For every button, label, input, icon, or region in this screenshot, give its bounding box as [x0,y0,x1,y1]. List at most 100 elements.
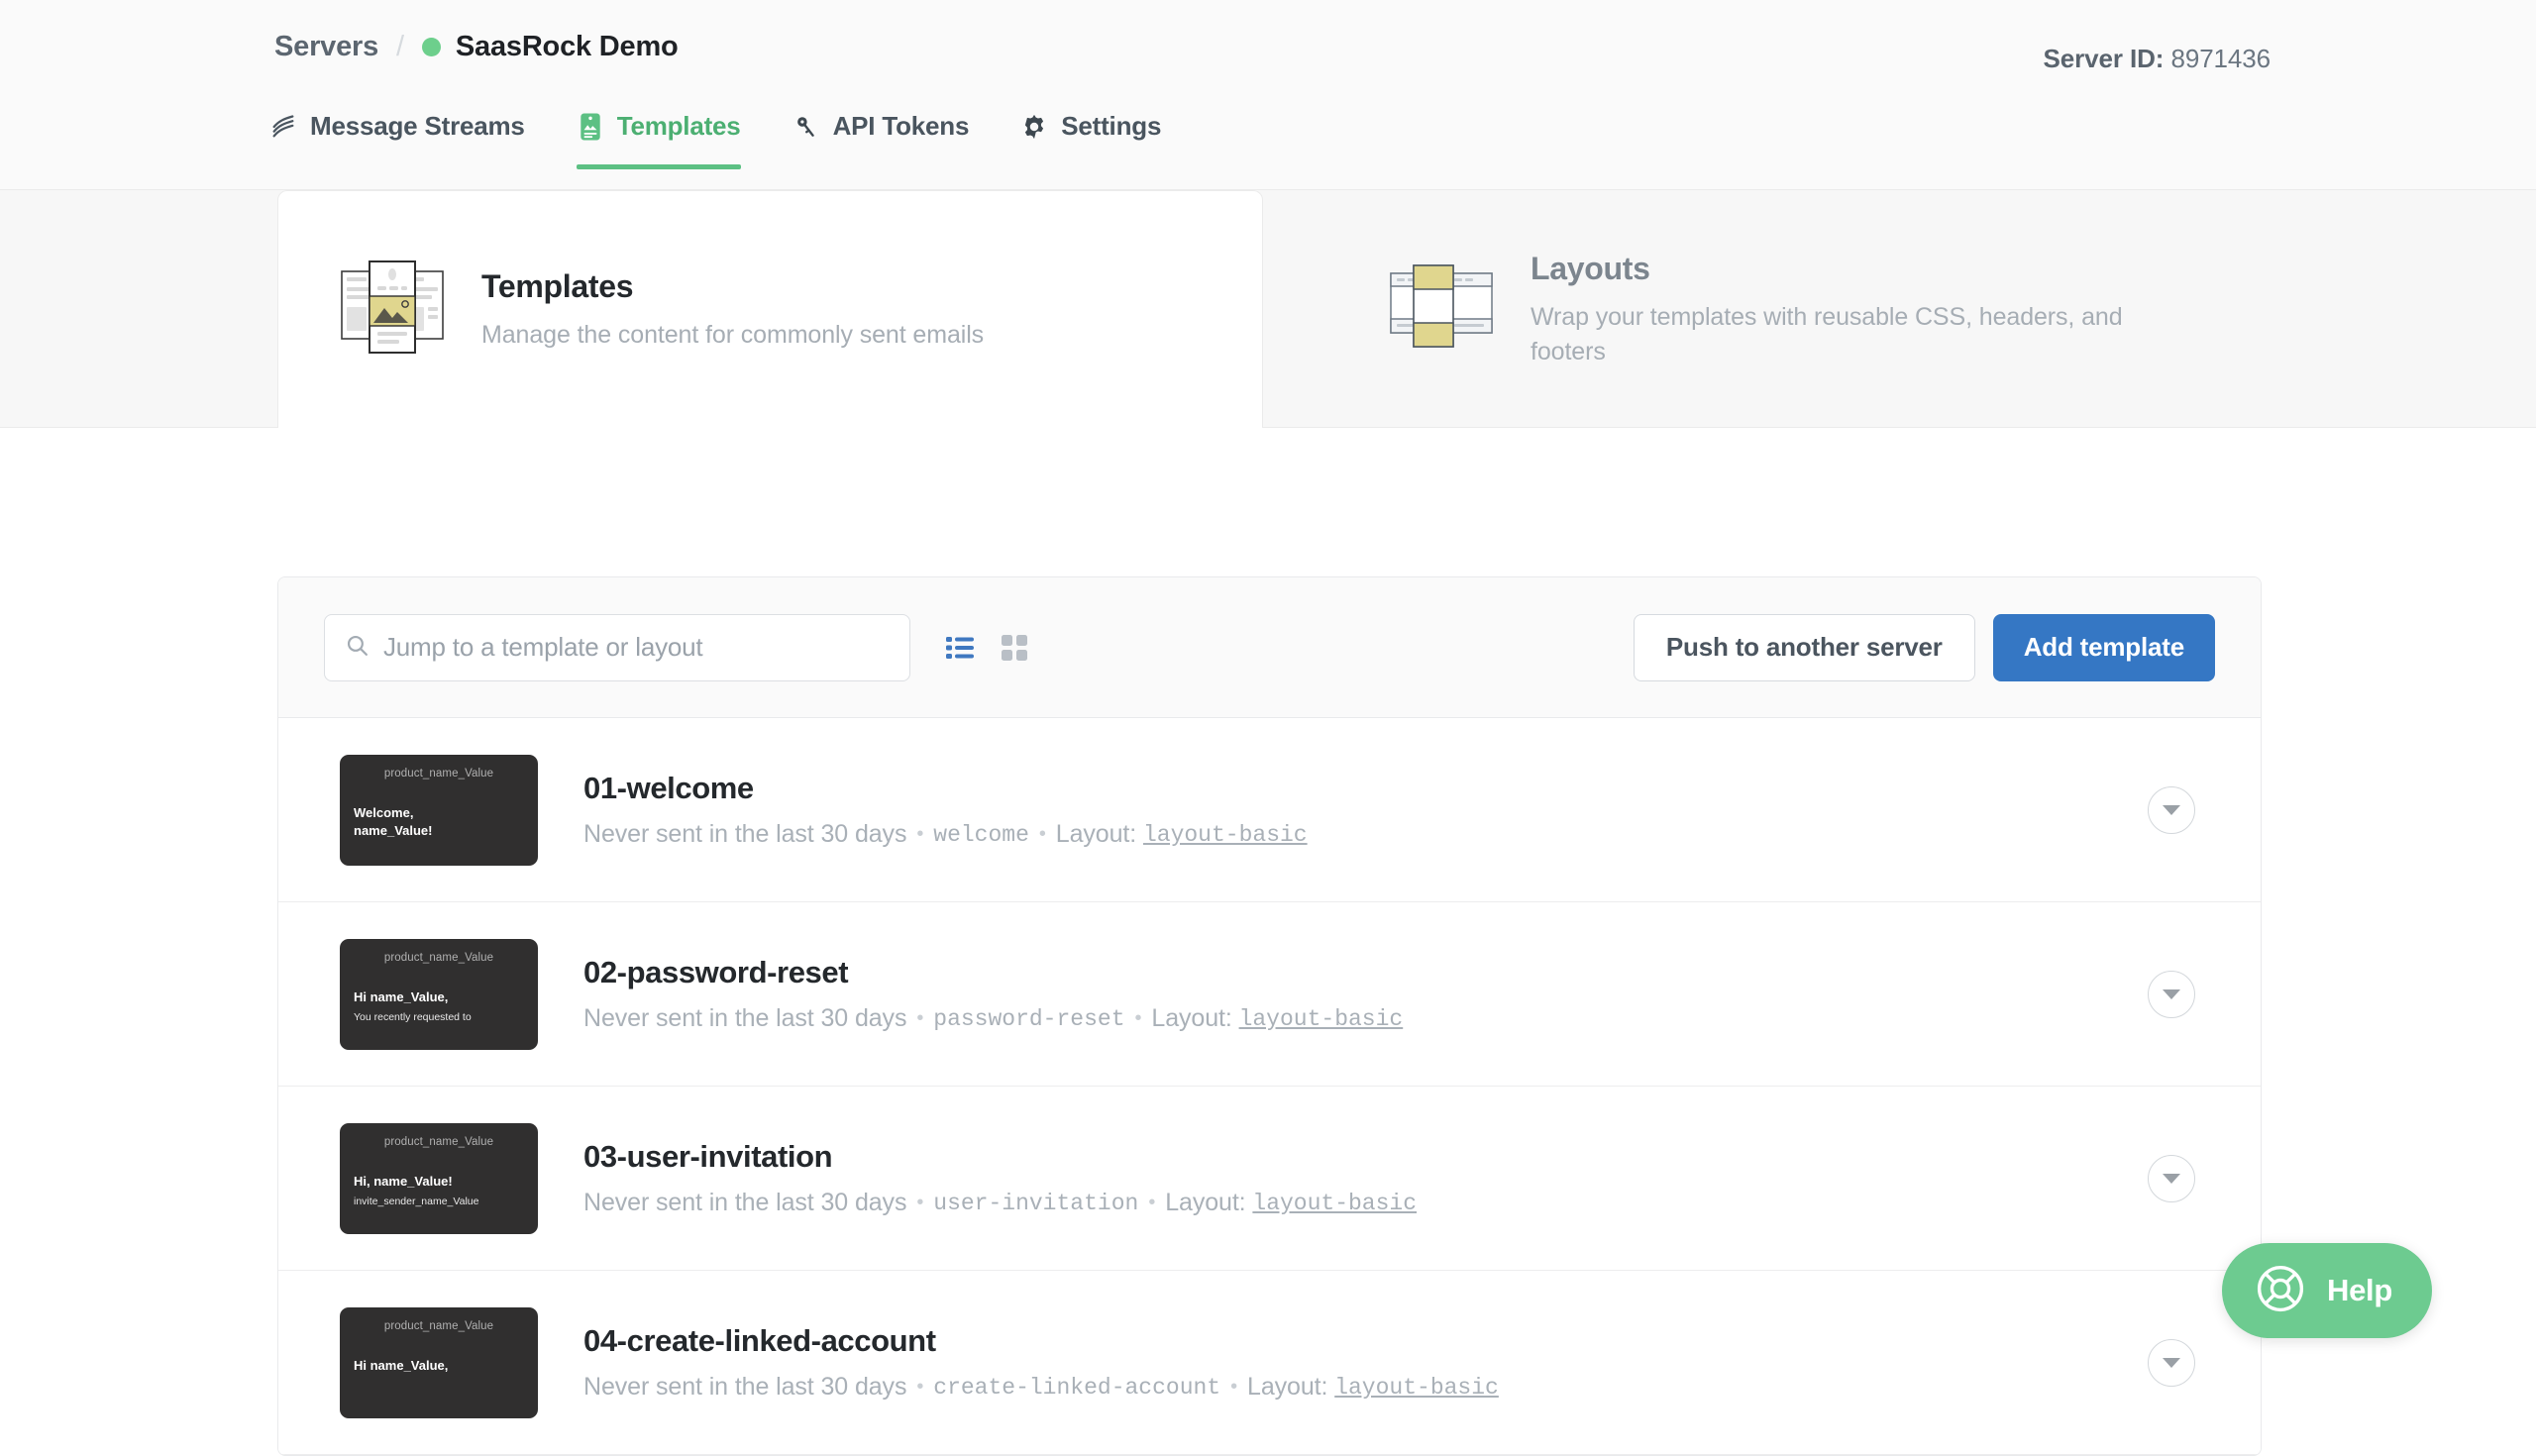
layout-label: Layout: [1165,1189,1245,1217]
meta-separator-icon: • [916,1376,923,1399]
template-alias: password-reset [933,1006,1124,1032]
row-actions-chevron-down-icon[interactable] [2148,1339,2195,1387]
page-header: Servers / SaasRock Demo Server ID: 89714… [0,0,2536,190]
template-alias: welcome [933,822,1029,848]
thumb-line-3: invite_sender_name_Value [354,1195,524,1208]
template-icon [577,113,604,141]
template-name[interactable]: 01-welcome [583,771,1308,806]
list-view-icon[interactable] [946,635,974,661]
push-to-another-server-button[interactable]: Push to another server [1634,614,1975,681]
template-meta: Never sent in the last 30 days • user-in… [583,1189,1417,1217]
tab-api-tokens[interactable]: API Tokens [792,111,970,169]
search-input[interactable] [383,632,890,663]
layouts-illustration-icon [1387,260,1496,360]
meta-separator-icon: • [916,823,923,846]
thumb-line-3: You recently requested to [354,1010,524,1024]
template-name[interactable]: 02-password-reset [583,955,1403,990]
key-icon [792,113,820,141]
tab-label: Templates [617,111,741,142]
layout-link[interactable]: layout-basic [1334,1375,1499,1401]
gear-icon [1020,113,1048,141]
thumb-product-name: product_name_Value [354,1320,524,1332]
view-toggles [946,635,1027,661]
promo-card-templates[interactable]: Templates Manage the content for commonl… [277,190,1263,428]
template-name[interactable]: 04-create-linked-account [583,1323,1499,1359]
template-thumbnail: product_name_Value Hi name_Value, You re… [340,939,538,1050]
template-alias: create-linked-account [933,1375,1220,1401]
toolbar-actions: Push to another server Add template [1634,614,2215,681]
template-sent-status: Never sent in the last 30 days [583,1189,906,1217]
breadcrumb: Servers / SaasRock Demo [274,31,679,63]
template-thumbnail: product_name_Value Welcome, name_Value! [340,755,538,866]
table-row[interactable]: product_name_Value Hi name_Value, 04-cre… [278,1271,2261,1455]
grid-view-icon[interactable] [1002,635,1027,661]
tab-label: Settings [1061,111,1161,142]
thumb-product-name: product_name_Value [354,1136,524,1148]
template-thumbnail: product_name_Value Hi name_Value, [340,1307,538,1418]
template-meta: Never sent in the last 30 days • passwor… [583,1004,1403,1033]
meta-separator-icon: • [916,1007,923,1030]
layout-link[interactable]: layout-basic [1239,1006,1404,1032]
breadcrumb-current-server: SaasRock Demo [456,31,679,63]
meta-separator-icon: • [1148,1192,1155,1214]
breadcrumb-servers-link[interactable]: Servers [274,31,378,63]
template-sent-status: Never sent in the last 30 days [583,1004,906,1033]
lifebuoy-icon [2254,1262,2307,1320]
template-meta: Never sent in the last 30 days • welcome… [583,820,1308,849]
promo-strip: Templates Manage the content for commonl… [0,190,2536,428]
meta-separator-icon: • [1135,1007,1142,1030]
tab-templates[interactable]: Templates [577,111,741,169]
meta-separator-icon: • [1039,823,1046,846]
search-icon [345,633,370,663]
template-sent-status: Never sent in the last 30 days [583,1373,906,1402]
template-alias: user-invitation [933,1191,1138,1216]
promo-card-layouts[interactable]: Layouts Wrap your templates with reusabl… [1327,190,2313,428]
thumb-line-1: Hi, name_Value! [354,1173,524,1192]
thumb-line-1: Welcome, [354,804,524,823]
row-actions-chevron-down-icon[interactable] [2148,1155,2195,1202]
thumb-line-1: Hi name_Value, [354,1357,524,1376]
thumb-line-1: Hi name_Value, [354,988,524,1007]
table-row[interactable]: product_name_Value Welcome, name_Value! … [278,718,2261,902]
promo-title-layouts: Layouts [1531,251,2165,287]
layout-label: Layout: [1151,1004,1231,1033]
template-thumbnail: product_name_Value Hi, name_Value! invit… [340,1123,538,1234]
thumb-product-name: product_name_Value [354,768,524,780]
breadcrumb-separator: / [396,31,404,63]
server-status-dot [422,38,441,56]
add-template-button[interactable]: Add template [1993,614,2215,681]
meta-separator-icon: • [1230,1376,1237,1399]
help-button[interactable]: Help [2222,1243,2432,1338]
row-actions-chevron-down-icon[interactable] [2148,786,2195,834]
tab-label: API Tokens [833,111,970,142]
layout-label: Layout: [1247,1373,1327,1402]
search-box[interactable] [324,614,910,681]
server-id-label: Server ID: [2044,44,2165,73]
layout-link[interactable]: layout-basic [1252,1191,1417,1216]
promo-desc-layouts: Wrap your templates with reusable CSS, h… [1531,300,2165,370]
templates-illustration-icon [338,254,447,365]
tab-message-streams[interactable]: Message Streams [269,111,525,169]
thumb-line-2: name_Value! [354,822,524,841]
primary-tabs: Message Streams Templates [269,111,1213,190]
layout-link[interactable]: layout-basic [1143,822,1308,848]
tab-label: Message Streams [310,111,525,142]
streams-icon [269,113,297,141]
promo-desc-templates: Manage the content for commonly sent ema… [481,318,984,354]
table-row[interactable]: product_name_Value Hi, name_Value! invit… [278,1087,2261,1271]
templates-toolbar: Push to another server Add template [278,577,2261,718]
layout-label: Layout: [1056,820,1136,849]
promo-title-templates: Templates [481,268,984,305]
server-id: Server ID: 8971436 [2044,44,2272,74]
template-sent-status: Never sent in the last 30 days [583,820,906,849]
template-meta: Never sent in the last 30 days • create-… [583,1373,1499,1402]
templates-panel: Push to another server Add template prod… [277,576,2262,1456]
template-name[interactable]: 03-user-invitation [583,1139,1417,1175]
help-label: Help [2327,1273,2392,1308]
row-actions-chevron-down-icon[interactable] [2148,971,2195,1018]
meta-separator-icon: • [916,1192,923,1214]
tab-settings[interactable]: Settings [1020,111,1161,169]
table-row[interactable]: product_name_Value Hi name_Value, You re… [278,902,2261,1087]
thumb-product-name: product_name_Value [354,952,524,964]
server-id-value: 8971436 [2170,44,2271,73]
